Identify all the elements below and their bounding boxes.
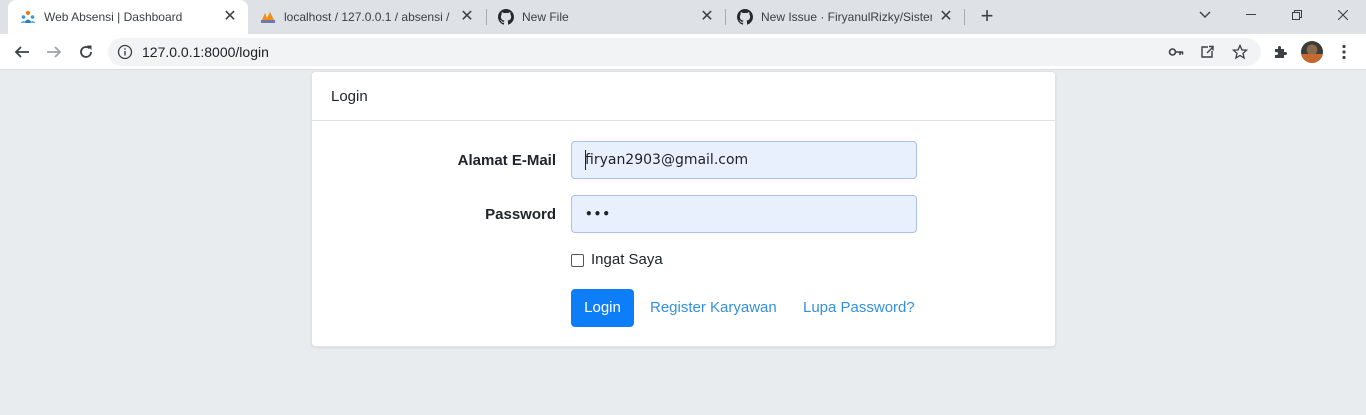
key-icon[interactable] xyxy=(1168,44,1184,60)
minimize-icon[interactable] xyxy=(1228,0,1274,30)
new-tab-button[interactable]: + xyxy=(977,5,997,27)
tab-title: New Issue · FiryanulRizky/Sistem xyxy=(761,10,932,24)
tab-title: New File xyxy=(522,10,569,24)
login-card: Login Alamat E-Mail firyan2903@gmail.com… xyxy=(311,71,1056,347)
email-label: Alamat E-Mail xyxy=(457,152,556,169)
site-info-icon[interactable] xyxy=(117,44,133,60)
tab-new-issue[interactable]: New Issue · FiryanulRizky/Sistem ✕ xyxy=(725,0,964,34)
browser-toolbar: 127.0.0.1:8000/login xyxy=(0,34,1366,70)
tab-search-icon[interactable] xyxy=(1182,0,1228,30)
login-button[interactable]: Login xyxy=(571,289,634,327)
reload-icon[interactable] xyxy=(75,41,97,63)
email-value: firyan2903@gmail.com xyxy=(585,152,749,168)
forward-arrow-icon[interactable] xyxy=(43,41,65,63)
close-tab-icon[interactable]: ✕ xyxy=(699,9,715,25)
text-caret xyxy=(585,150,586,170)
register-link[interactable]: Register Karyawan xyxy=(650,299,777,316)
close-window-icon[interactable] xyxy=(1320,0,1366,30)
profile-avatar[interactable] xyxy=(1301,41,1323,63)
people-group-icon xyxy=(20,9,36,25)
password-field[interactable]: ••• xyxy=(571,195,917,233)
share-icon[interactable] xyxy=(1199,44,1215,60)
tab-title: Web Absensi | Dashboard xyxy=(44,10,183,24)
address-bar[interactable]: 127.0.0.1:8000/login xyxy=(108,38,1261,66)
more-menu-icon[interactable] xyxy=(1334,42,1354,62)
remember-me-checkbox[interactable] xyxy=(571,254,584,267)
github-icon xyxy=(737,9,753,25)
password-label: Password xyxy=(485,206,556,223)
password-value: ••• xyxy=(585,207,612,221)
extensions-puzzle-icon[interactable] xyxy=(1270,42,1290,62)
card-header: Login xyxy=(312,72,1055,121)
tab-phpmyadmin[interactable]: localhost / 127.0.0.1 / absensi / e ✕ xyxy=(248,0,485,34)
phpmyadmin-icon xyxy=(260,9,276,25)
restore-icon[interactable] xyxy=(1274,0,1320,30)
tab-title: localhost / 127.0.0.1 / absensi / e xyxy=(284,10,453,24)
github-icon xyxy=(498,9,514,25)
email-field[interactable]: firyan2903@gmail.com xyxy=(571,141,917,179)
bookmark-star-icon[interactable] xyxy=(1232,44,1248,60)
url-text: 127.0.0.1:8000/login xyxy=(142,44,269,60)
remember-me-label[interactable]: Ingat Saya xyxy=(591,251,663,268)
back-arrow-icon[interactable] xyxy=(11,41,33,63)
close-tab-icon[interactable]: ✕ xyxy=(459,9,475,25)
tab-web-absensi[interactable]: Web Absensi | Dashboard ✕ xyxy=(8,0,248,34)
tab-new-file[interactable]: New File ✕ xyxy=(486,0,725,34)
tab-separator xyxy=(964,9,965,25)
browser-tab-strip: Web Absensi | Dashboard ✕ localhost / 12… xyxy=(0,0,1366,34)
close-tab-icon[interactable]: ✕ xyxy=(222,9,238,25)
close-tab-icon[interactable]: ✕ xyxy=(938,9,954,25)
forgot-password-link[interactable]: Lupa Password? xyxy=(803,299,915,316)
